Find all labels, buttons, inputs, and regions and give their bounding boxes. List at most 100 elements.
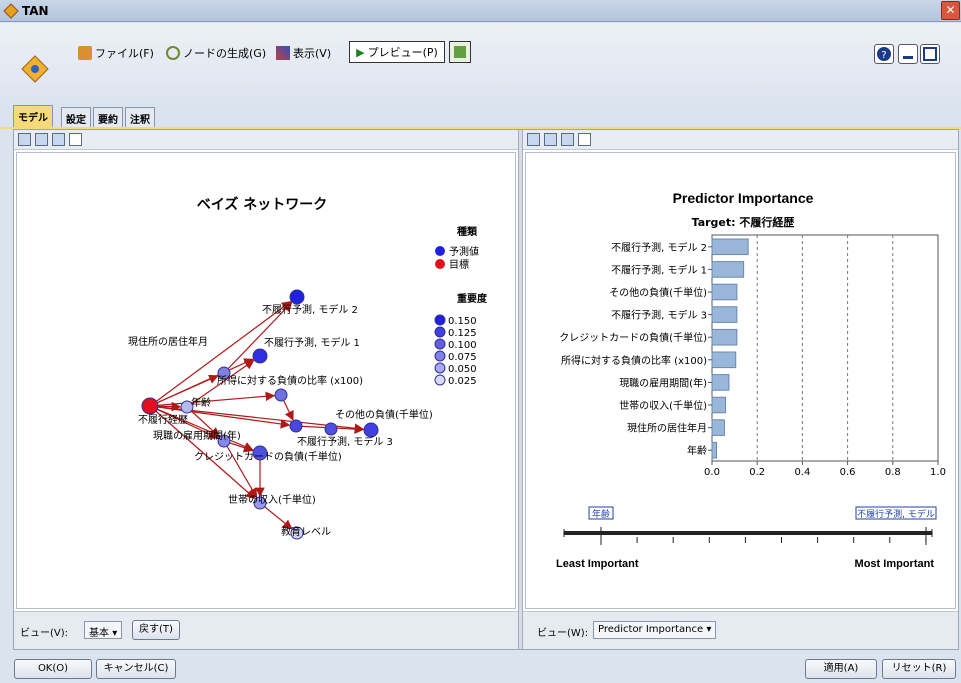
generate-icon (166, 46, 180, 60)
tab-annotation[interactable]: 注釈 (125, 107, 155, 127)
network-pane: ベイズ ネットワーク 種類 予測値 目標 重要度 0.150 0.125 0.100 0… (14, 130, 518, 649)
network-view: ベイズ ネットワーク 種類 予測値 目標 重要度 0.150 0.125 0.100 0… (16, 152, 516, 609)
legend-importance-value: 0.075 (448, 352, 477, 363)
network-node-target[interactable] (141, 397, 159, 415)
plot-area (711, 234, 939, 462)
legend-kind: 予測値目標 (435, 245, 479, 271)
pane-toolbar (523, 130, 958, 150)
most-important-label: Most Important (855, 558, 935, 570)
cancel-button[interactable]: キャンセル(C) (96, 659, 176, 679)
network-node-other[interactable] (363, 422, 379, 438)
generate-menu[interactable]: ノードの生成(G) (166, 43, 266, 63)
network-node-label: 世帯の収入(千単位) (228, 493, 316, 506)
slider-ticks (600, 537, 927, 543)
close-button[interactable]: ✕ (941, 1, 960, 20)
minimize-button[interactable] (898, 44, 918, 64)
category-label: 不履行予測, モデル 3 (611, 309, 707, 322)
nugget-diamond-icon (21, 55, 49, 83)
importance-bar[interactable] (711, 328, 738, 346)
importance-bar[interactable] (711, 351, 737, 369)
network-node-label: その他の負債(千単位) (335, 408, 433, 421)
view-select[interactable]: Predictor Importance ▾ (593, 621, 717, 639)
copy-icon[interactable] (18, 133, 31, 146)
print-icon[interactable] (561, 133, 574, 146)
network-node-label: 不履行経歴 (138, 413, 188, 426)
tab-summary[interactable]: 要約 (93, 107, 123, 127)
importance-view: Predictor Importance Target: 不履行経歴 0.0 0.… (525, 152, 956, 609)
x-tick-label: 0.0 (704, 467, 720, 478)
predictor-importance-chart: Predictor Importance Target: 不履行経歴 0.0 0.… (556, 190, 946, 570)
export-icon (454, 46, 466, 58)
reset-button[interactable]: リセット(R) (882, 659, 956, 679)
export-button[interactable] (449, 41, 471, 63)
copy-icon[interactable] (527, 133, 540, 146)
category-label: 所得に対する負債の比率 (x100) (561, 354, 707, 367)
print-icon[interactable] (52, 133, 65, 146)
x-tick-label: 0.8 (885, 467, 901, 478)
apply-button[interactable]: 適用(A) (805, 659, 877, 679)
legend-importance-title: 重要度 (457, 292, 488, 305)
file-icon (78, 46, 92, 60)
network-node-m2[interactable] (289, 289, 305, 305)
legend-importance-swatch (434, 350, 446, 362)
chevron-down-icon: ▾ (706, 624, 712, 635)
network-node-m1[interactable] (252, 348, 268, 364)
importance-bar[interactable] (711, 261, 745, 278)
importance-bar[interactable] (711, 441, 718, 459)
legend-importance-swatch (434, 374, 446, 386)
help-icon: ? (877, 47, 891, 61)
legend-kind-swatch (435, 246, 445, 256)
importance-bar[interactable] (711, 283, 738, 301)
legend-importance-value: 0.125 (448, 328, 477, 339)
view-label: ビュー(V): (20, 628, 69, 639)
slider-left-label: 年齢 (592, 508, 610, 520)
legend-importance-value: 0.050 (448, 364, 477, 375)
preview-button[interactable]: ▶ プレビュー(P) (349, 41, 445, 63)
export-view-icon[interactable] (69, 133, 82, 146)
legend-importance-value: 0.025 (448, 376, 477, 387)
play-icon: ▶ (356, 45, 365, 59)
category-label: 年齢 (687, 444, 707, 457)
legend-importance-swatch (434, 314, 446, 326)
category-label: 世帯の収入(千単位) (619, 399, 707, 412)
file-menu[interactable]: ファイル(F) (78, 43, 154, 63)
ok-button[interactable]: OK(O) (14, 659, 92, 679)
legend-importance-swatch (434, 362, 446, 374)
network-node-ratio[interactable] (274, 388, 288, 402)
network-node-m3[interactable] (289, 419, 303, 433)
importance-bar[interactable] (711, 306, 738, 323)
copy-data-icon[interactable] (35, 133, 48, 146)
copy-data-icon[interactable] (544, 133, 557, 146)
network-node-label: 教育レベル (281, 525, 331, 538)
view-menu[interactable]: 表示(V) (276, 43, 331, 63)
network-edge (149, 301, 292, 407)
export-view-icon[interactable] (578, 133, 591, 146)
importance-bar[interactable] (711, 419, 725, 436)
help-button[interactable]: ? (874, 44, 894, 64)
window-title: TAN (22, 4, 49, 18)
legend-kind-label: 目標 (449, 258, 469, 271)
chevron-down-icon: ▾ (112, 628, 118, 639)
legend-importance: 0.1500.1250.1000.0750.0500.025 (434, 314, 477, 387)
category-label: 現住所の居住年月 (627, 422, 707, 435)
legend-kind-title: 種類 (457, 225, 478, 238)
importance-bar[interactable] (711, 374, 730, 391)
importance-bar[interactable] (711, 238, 749, 256)
network-node-label: 不履行予測, モデル 3 (297, 435, 393, 448)
view-select[interactable]: 基本 ▾ (84, 621, 123, 639)
network-node-label: 所得に対する負債の比率 (x100) (217, 374, 363, 387)
category-label: 不履行予測, モデル 2 (611, 241, 707, 254)
svg-text:?: ? (881, 50, 886, 61)
model-nugget-icon (3, 3, 19, 19)
toolbar (0, 23, 961, 103)
reset-view-button[interactable]: 戻す(T) (132, 620, 180, 640)
category-label: 不履行予測, モデル 1 (611, 263, 707, 276)
legend-importance-value: 0.100 (448, 340, 477, 351)
network-node-label: 現職の雇用期間(年) (153, 429, 241, 442)
network-node-label: 不履行予測, モデル 2 (262, 303, 358, 316)
category-label: 現職の雇用期間(年) (619, 376, 707, 389)
tab-model[interactable]: モデル (13, 105, 53, 127)
importance-bar[interactable] (711, 396, 727, 414)
maximize-button[interactable] (920, 44, 940, 64)
tab-settings[interactable]: 設定 (61, 107, 91, 127)
